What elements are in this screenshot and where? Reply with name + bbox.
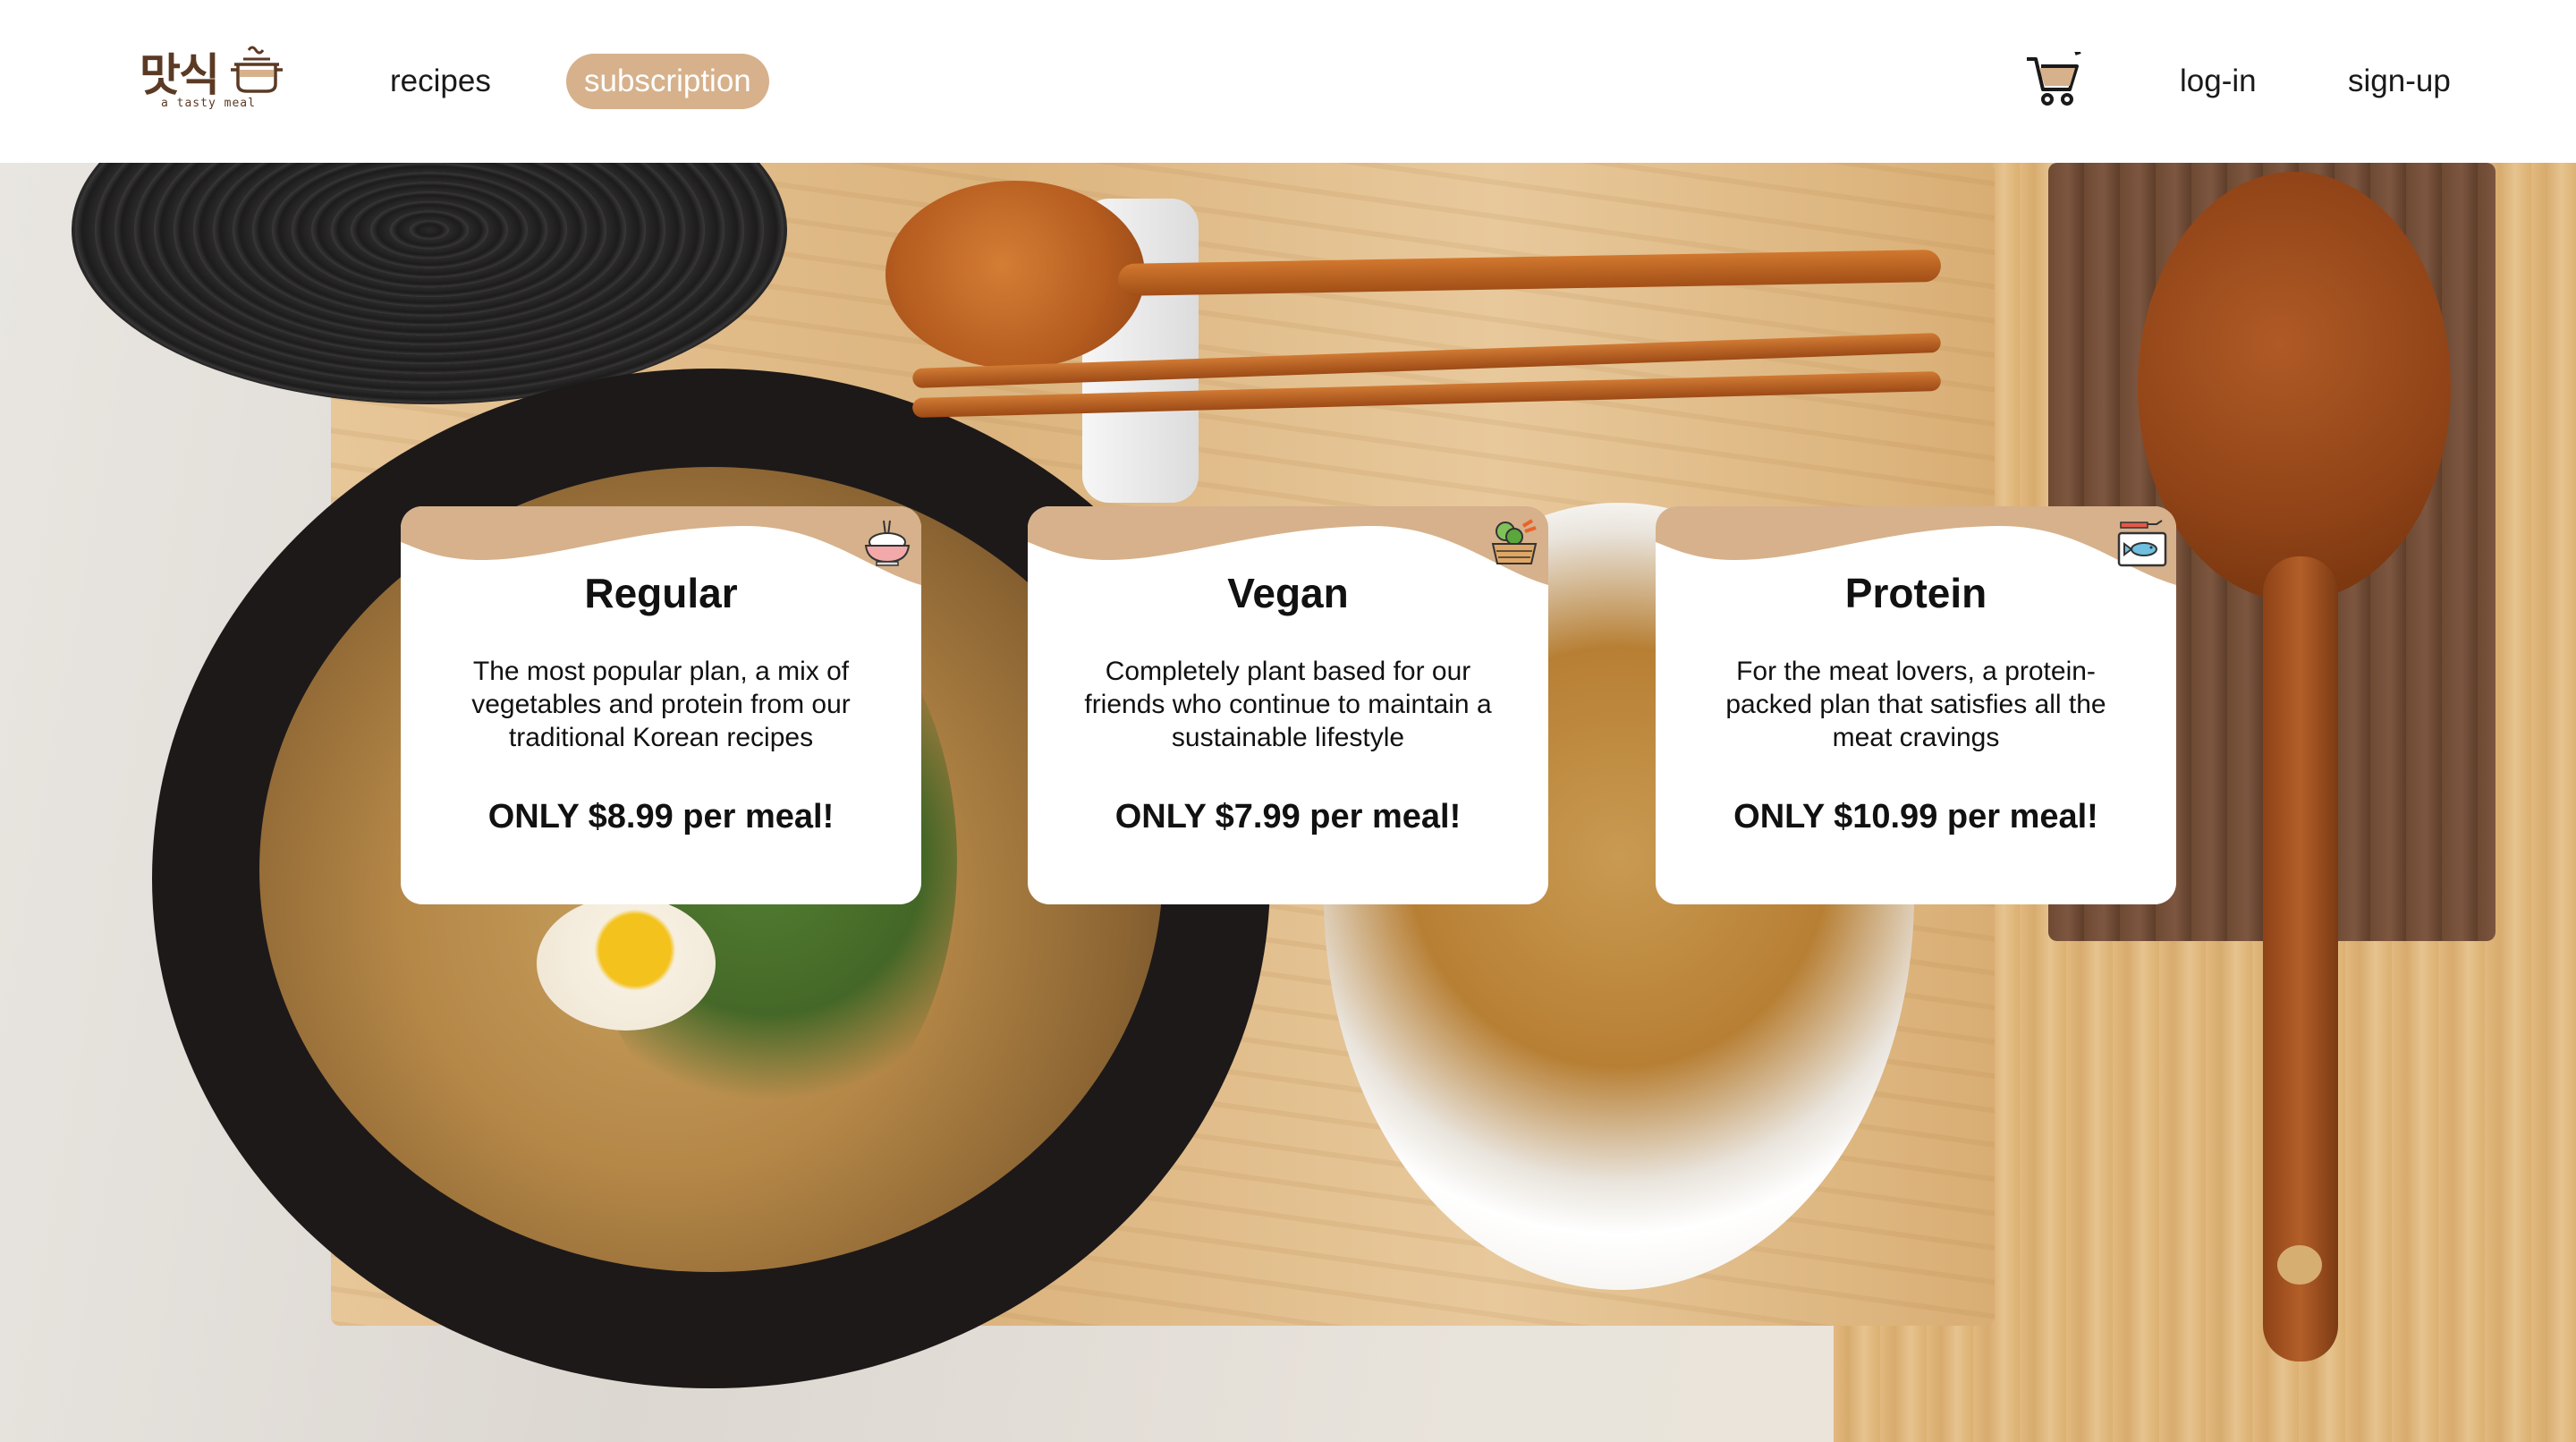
pot-icon xyxy=(231,46,283,93)
plan-price: ONLY $8.99 per meal! xyxy=(487,798,835,836)
spoon-hole xyxy=(2277,1245,2322,1285)
logo-hangul: 맛식 xyxy=(140,48,220,101)
shopping-cart-icon[interactable] xyxy=(2023,52,2082,107)
wooden-spoon-large-head xyxy=(2138,172,2451,601)
logo[interactable]: 맛식 a tasty meal xyxy=(138,39,290,116)
plan-title: Regular xyxy=(584,570,738,616)
fish-board-icon xyxy=(2117,520,2167,567)
nav-signup-link[interactable]: sign-up xyxy=(2348,59,2451,104)
plan-description: For the meat lovers, a protein-packed pl… xyxy=(1725,657,2106,752)
nav-recipes-link[interactable]: recipes xyxy=(390,59,491,104)
plan-card-regular[interactable]: Regular The most popular plan, a mix of … xyxy=(401,506,921,904)
rice-bowl-icon xyxy=(864,520,911,566)
nav-login-link[interactable]: log-in xyxy=(2180,59,2257,104)
logo-tagline: a tasty meal xyxy=(161,97,256,110)
plan-description: The most popular plan, a mix of vegetabl… xyxy=(471,657,851,752)
plan-card-vegan[interactable]: Vegan Completely plant based for our fri… xyxy=(1028,506,1548,904)
site-header: 맛식 a tasty meal recipes subscription log… xyxy=(0,0,2576,163)
plan-title: Protein xyxy=(1844,570,1987,616)
plan-price: ONLY $10.99 per meal! xyxy=(1733,798,2098,836)
vegetable-basket-icon xyxy=(1491,519,1538,564)
wooden-spoon-large-handle xyxy=(2263,556,2338,1361)
plan-price: ONLY $7.99 per meal! xyxy=(1114,798,1462,836)
plan-description: Completely plant based for our friends w… xyxy=(1084,657,1492,752)
nav-subscription-link[interactable]: subscription xyxy=(566,54,769,109)
plan-title: Vegan xyxy=(1227,570,1349,616)
plan-card-protein[interactable]: Protein For the meat lovers, a protein-p… xyxy=(1656,506,2176,904)
egg xyxy=(537,896,716,1031)
wooden-spoon-small-head xyxy=(886,181,1145,369)
